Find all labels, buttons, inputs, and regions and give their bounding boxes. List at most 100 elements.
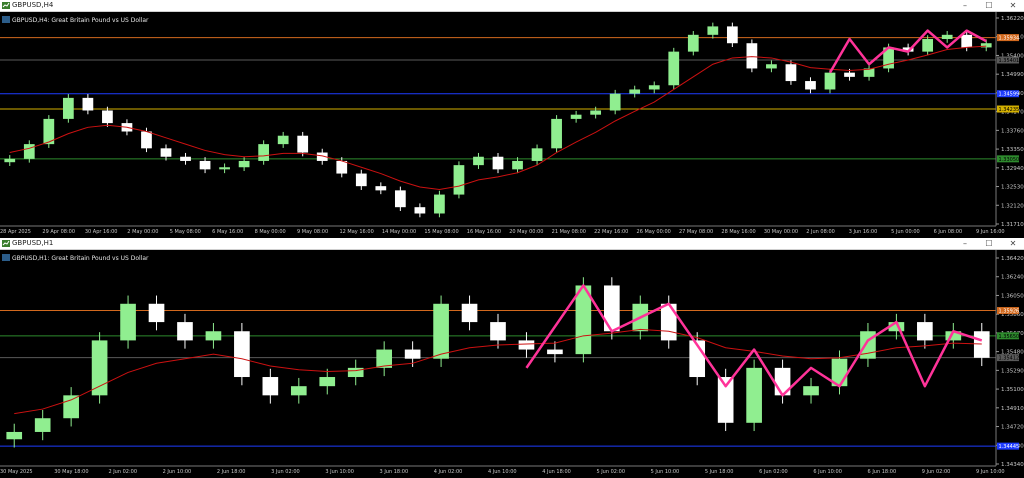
candle-body	[668, 51, 680, 86]
price-tick-label: 1.35290	[1001, 368, 1024, 374]
candle-body	[660, 303, 677, 341]
candle-body	[219, 167, 230, 170]
candle-body	[726, 26, 738, 44]
candle-body	[785, 64, 797, 82]
minimize-button[interactable]: –	[958, 0, 972, 11]
time-tick-label: 28 Apr 2025	[0, 229, 31, 235]
candle-body	[63, 395, 79, 419]
candle-body	[922, 39, 934, 52]
chart-area-h1[interactable]: GBPUSD,H1: Great Britain Pound vs US Dol…	[0, 250, 1024, 478]
candle-body	[590, 110, 602, 115]
candle-body	[394, 190, 406, 208]
candle-body	[297, 135, 309, 153]
price-chart-h4[interactable]: GBPUSD,H4: Great Britain Pound vs US Dol…	[0, 12, 1024, 238]
candle-body	[570, 114, 582, 119]
time-tick-label: 8 May 00:00	[255, 229, 286, 235]
candle-body	[433, 303, 449, 359]
maximize-button[interactable]: ☐	[982, 238, 996, 249]
candle-body	[824, 72, 836, 90]
minimize-button[interactable]: –	[958, 238, 972, 249]
time-tick-label: 6 May 16:00	[212, 229, 243, 235]
candle-body	[687, 34, 699, 52]
time-tick-label: 9 Jun 02:00	[922, 469, 951, 475]
window-title: GBPUSD,H1	[12, 239, 54, 247]
window-title: GBPUSD,H4	[12, 1, 54, 9]
candle-body	[803, 386, 819, 396]
time-tick-label: 5 May 08:00	[170, 229, 201, 235]
time-tick-label: 3 Jun 02:00	[271, 469, 300, 475]
candle-body	[717, 377, 734, 423]
price-chart-h1[interactable]: GBPUSD,H1: Great Britain Pound vs US Dol…	[0, 250, 1024, 478]
time-tick-label: 30 May 00:00	[764, 229, 798, 235]
candle-body	[547, 349, 563, 355]
time-tick-label: 20 May 00:00	[509, 229, 543, 235]
time-tick-label: 3 Jun 10:00	[325, 469, 354, 475]
candle-body	[205, 331, 222, 341]
time-tick-label: 2 Jun 02:00	[108, 469, 137, 475]
time-tick-label: 2 Jun 10:00	[163, 469, 192, 475]
candle-body	[177, 322, 193, 341]
time-tick-label: 3 Jun 18:00	[380, 469, 409, 475]
close-button[interactable]: ✕	[1006, 238, 1020, 249]
time-tick-label: 30 May 18:00	[54, 469, 88, 475]
symbol-info-icon	[2, 16, 10, 23]
chart-info-line: GBPUSD,H4: Great Britain Pound vs US Dol…	[12, 17, 149, 24]
candle-body	[961, 34, 973, 48]
close-button[interactable]: ✕	[1006, 0, 1020, 11]
candle-body	[160, 148, 172, 157]
time-tick-label: 6 Jun 10:00	[813, 469, 842, 475]
time-tick-label: 3 Jun 16:00	[849, 229, 878, 235]
chart-window-h1[interactable]: GBPUSD,H1 – ☐ ✕ GBPUSD,H1: Great Britain…	[0, 238, 1024, 478]
window-titlebar[interactable]: GBPUSD,H4 – ☐ ✕	[0, 0, 1024, 12]
candle-body	[290, 386, 307, 396]
maximize-button[interactable]: ☐	[982, 0, 996, 11]
chart-window-h4[interactable]: GBPUSD,H4 – ☐ ✕ GBPUSD,H4: Great Britain…	[0, 0, 1024, 238]
candle-body	[91, 340, 108, 396]
time-tick-label: 30 Apr 16:00	[85, 229, 118, 235]
candle-body	[375, 186, 387, 191]
candle-body	[262, 377, 279, 396]
candle-body	[148, 303, 165, 323]
candle-body	[199, 160, 211, 170]
info-line-group: GBPUSD,H1: Great Britain Pound vs US Dol…	[2, 254, 149, 262]
time-tick-label: 16 May 16:00	[467, 229, 501, 235]
candle-body	[82, 97, 94, 111]
candle-body	[336, 160, 348, 174]
time-tick-label: 5 Jun 18:00	[705, 469, 734, 475]
price-tick-label: 1.31710	[1001, 222, 1024, 228]
time-tick-label: 22 May 16:00	[594, 229, 628, 235]
window-titlebar[interactable]: GBPUSD,H1 – ☐ ✕	[0, 238, 1024, 250]
time-tick-label: 30 May 2025	[0, 469, 33, 475]
price-tick-label: 1.33350	[1001, 147, 1024, 153]
level-tag-label: 1.35650	[999, 334, 1020, 340]
time-tick-label: 2 Jun 08:00	[806, 229, 835, 235]
time-tick-label: 21 May 08:00	[552, 229, 586, 235]
price-tick-label: 1.36420	[1001, 256, 1024, 262]
candle-body	[234, 331, 250, 378]
chart-area-h4[interactable]: GBPUSD,H4: Great Britain Pound vs US Dol…	[0, 12, 1024, 238]
candle-body	[551, 118, 562, 149]
time-tick-label: 27 May 08:00	[679, 229, 713, 235]
time-tick-label: 6 Jun 02:00	[759, 469, 788, 475]
price-tick-label: 1.32530	[1001, 185, 1024, 191]
price-tick-label: 1.36220	[1001, 16, 1024, 22]
time-tick-label: 28 May 16:00	[721, 229, 755, 235]
candle-body	[707, 26, 719, 35]
candle-body	[518, 340, 535, 350]
price-tick-label: 1.33760	[1001, 128, 1024, 134]
price-tick-label: 1.34340	[1001, 462, 1024, 468]
candle-body	[461, 303, 478, 323]
time-tick-label: 6 Jun 18:00	[868, 469, 897, 475]
price-tick-label: 1.34910	[1001, 406, 1024, 412]
chart-window-icon	[2, 2, 10, 9]
time-tick-label: 2 May 00:00	[127, 229, 158, 235]
candle-body	[6, 431, 23, 440]
level-tag-label: 1.35934	[999, 36, 1020, 42]
candle-body	[404, 349, 421, 359]
time-tick-label: 5 Jun 02:00	[596, 469, 625, 475]
candle-body	[4, 158, 16, 163]
candle-body	[917, 322, 933, 341]
candle-body	[414, 207, 426, 214]
candle-body	[23, 144, 35, 159]
time-tick-label: 14 May 00:00	[382, 229, 416, 235]
